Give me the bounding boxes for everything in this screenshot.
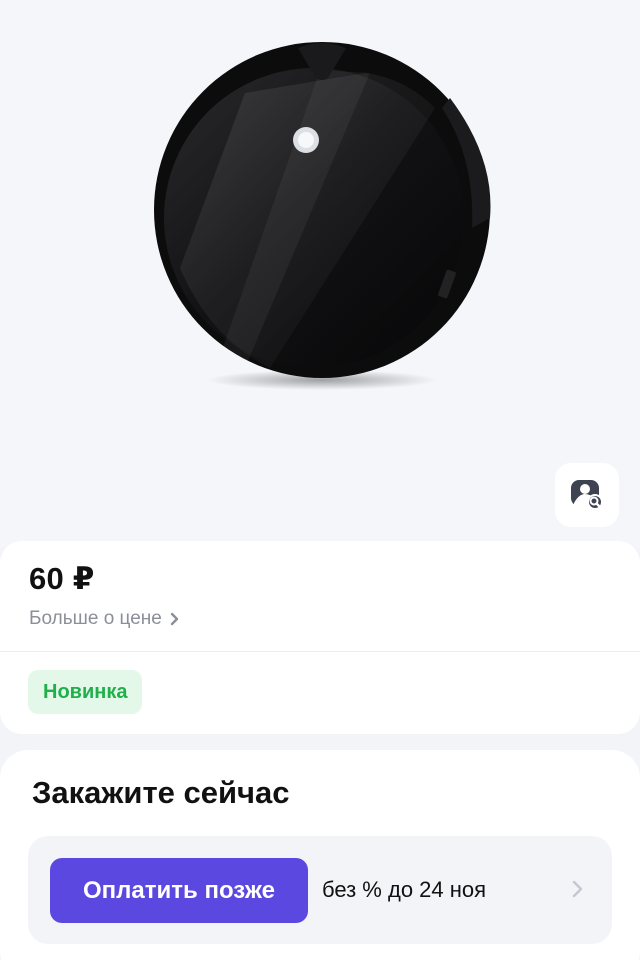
product-gallery[interactable] [0,0,640,548]
price-card: 60 ₽ Больше о цене Новинка [0,541,640,734]
order-card: Закажите сейчас Оплатить позже без % до … [0,750,640,960]
robot-vacuum-image [154,42,491,390]
more-about-price-label: Больше о цене [29,608,162,629]
order-title: Закажите сейчас [32,775,290,810]
pay-later-terms: без % до 24 ноя [322,877,487,902]
chevron-right-icon [170,612,179,626]
image-search-icon [571,480,603,510]
new-badge: Новинка [28,670,143,714]
pay-later-button[interactable]: Оплатить позже [50,858,308,923]
chevron-right-icon [572,880,583,898]
divider [0,651,640,652]
visual-search-button[interactable] [555,463,619,527]
more-about-price-link[interactable]: Больше о цене [29,608,180,630]
price-value: 60 ₽ [29,561,95,596]
pay-later-row[interactable]: Оплатить позже без % до 24 ноя [28,836,612,944]
